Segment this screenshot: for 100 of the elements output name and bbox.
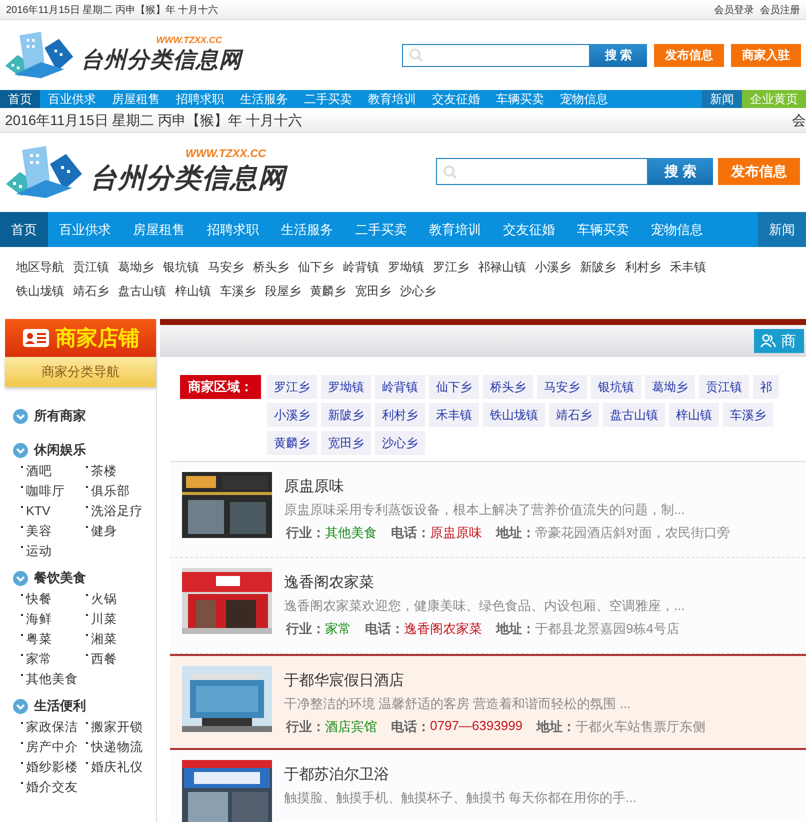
chevron-down-icon (13, 698, 28, 714)
search-button[interactable]: 搜 索 (590, 44, 647, 66)
field-value: 帝豪花园酒店斜对面，农民街口旁 (535, 524, 730, 542)
member-link[interactable]: 会员注册 (760, 2, 800, 16)
search-field[interactable] (436, 158, 648, 185)
category-link[interactable]: 家常 (26, 650, 52, 668)
date-text: 2016年11月15日 星期二 丙申【猴】年 十月十六 (5, 112, 302, 130)
area-chip[interactable]: 梓山镇 (669, 403, 719, 427)
region-link[interactable]: 祁禄山镇 (478, 255, 526, 279)
area-chip[interactable]: 银坑镇 (591, 375, 641, 399)
nav-tab[interactable]: 新闻 (702, 90, 742, 108)
chevron-down-icon (13, 408, 28, 424)
category-link[interactable]: 婚介交友 (26, 778, 78, 796)
region-link[interactable]: 罗坳镇 (388, 255, 424, 279)
logo-name[interactable]: 台州分类信息网 (81, 45, 242, 75)
area-chip[interactable]: 仙下乡 (429, 375, 479, 399)
category-link[interactable]: 婚庆礼仪 (91, 758, 143, 776)
category-link[interactable]: 房产中介 (26, 738, 78, 756)
region-link[interactable]: 铁山垅镇 (16, 279, 64, 303)
listing-title[interactable]: 于都苏泊尔卫浴 (284, 765, 636, 784)
category-link[interactable]: 洗浴足疗 (91, 502, 143, 520)
region-link[interactable]: 禾丰镇 (670, 255, 706, 279)
area-chip[interactable]: 新陂乡 (321, 403, 371, 427)
category-link[interactable]: 粤菜 (26, 630, 52, 648)
category-link[interactable]: 茶楼 (91, 462, 117, 480)
category-link[interactable]: 快递物流 (91, 738, 143, 756)
area-chip[interactable]: 罗坳镇 (321, 375, 371, 399)
search-button[interactable]: 搜 索 (648, 158, 713, 185)
category-link[interactable]: 其他美食 (26, 670, 78, 688)
region-link[interactable]: 小溪乡 (535, 255, 571, 279)
area-chip[interactable]: 禾丰镇 (429, 403, 479, 427)
listing-description: 逸香阁农家菜欢迎您，健康美味、绿色食品、内设包厢、空调雅座，... (284, 597, 685, 615)
region-link[interactable]: 车溪乡 (220, 279, 256, 303)
category-title[interactable]: 休闲娱乐 (34, 441, 86, 459)
category-link[interactable]: 婚纱影楼 (26, 758, 78, 776)
nav-tab[interactable]: 首页 (0, 90, 40, 108)
category-link[interactable]: 健身 (91, 522, 117, 540)
region-link[interactable]: 靖石乡 (73, 279, 109, 303)
category-link[interactable]: 酒吧 (26, 462, 52, 480)
region-link[interactable]: 段屋乡 (265, 279, 301, 303)
nav-tab[interactable]: 新闻 (758, 212, 806, 247)
region-link[interactable]: 新陂乡 (580, 255, 616, 279)
logo-name[interactable]: 台州分类信息网 (90, 160, 286, 196)
category-link[interactable]: 俱乐部 (91, 482, 130, 500)
area-chip[interactable]: 马安乡 (537, 375, 587, 399)
category-link[interactable]: 湘菜 (91, 630, 117, 648)
nav-tab[interactable]: 首页 (0, 212, 48, 247)
category-link[interactable]: 运动 (26, 542, 52, 560)
listing-title[interactable]: 原盅原味 (284, 477, 730, 496)
region-link[interactable]: 仙下乡 (298, 255, 334, 279)
member-link[interactable]: 会 (792, 112, 806, 130)
area-chip[interactable]: 罗江乡 (267, 375, 317, 399)
area-label: 商家区域： (180, 375, 261, 399)
area-chip[interactable]: 车溪乡 (723, 403, 773, 427)
category-link[interactable]: 搬家开锁 (91, 718, 143, 736)
category-link[interactable]: 快餐 (26, 590, 52, 608)
category-title[interactable]: 餐饮美食 (34, 569, 86, 587)
area-chip[interactable]: 小溪乡 (267, 403, 317, 427)
area-chip[interactable]: 盘古山镇 (603, 403, 665, 427)
area-chip[interactable]: 桥头乡 (483, 375, 533, 399)
listing-title[interactable]: 于都华宸假日酒店 (284, 671, 706, 690)
area-chip[interactable]: 黄麟乡 (267, 431, 317, 455)
contact-card-icon (22, 328, 50, 348)
member-link[interactable]: 会员登录 (714, 2, 754, 16)
category-link[interactable]: 咖啡厅 (26, 482, 65, 500)
region-link[interactable]: 岭背镇 (343, 255, 379, 279)
area-chip[interactable]: 宽田乡 (321, 431, 371, 455)
category-link[interactable]: 家政保洁 (26, 718, 78, 736)
category-link[interactable]: KTV (26, 504, 50, 518)
region-link[interactable]: 葛坳乡 (118, 255, 154, 279)
area-chip[interactable]: 铁山垅镇 (483, 403, 545, 427)
search-field[interactable] (402, 44, 590, 66)
listing-title[interactable]: 逸香阁农家菜 (284, 573, 685, 592)
region-link[interactable]: 地区导航 (16, 255, 64, 279)
area-chip[interactable]: 贡江镇 (699, 375, 749, 399)
region-link[interactable]: 黄麟乡 (310, 279, 346, 303)
region-link[interactable]: 桥头乡 (253, 255, 289, 279)
region-link[interactable]: 马安乡 (208, 255, 244, 279)
area-chip[interactable]: 葛坳乡 (645, 375, 695, 399)
region-link[interactable]: 罗江乡 (433, 255, 469, 279)
region-link[interactable]: 沙心乡 (400, 279, 436, 303)
area-chip[interactable]: 沙心乡 (375, 431, 425, 455)
region-link[interactable]: 利村乡 (625, 255, 661, 279)
category-link[interactable]: 西餐 (91, 650, 117, 668)
category-title[interactable]: 所有商家 (34, 407, 86, 425)
category-link[interactable]: 川菜 (91, 610, 117, 628)
region-link[interactable]: 银坑镇 (163, 255, 199, 279)
region-link[interactable]: 宽田乡 (355, 279, 391, 303)
region-link[interactable]: 贡江镇 (73, 255, 109, 279)
category-link[interactable]: 海鲜 (26, 610, 52, 628)
area-chip[interactable]: 岭背镇 (375, 375, 425, 399)
category-link[interactable]: 火锅 (91, 590, 117, 608)
area-chip[interactable]: 利村乡 (375, 403, 425, 427)
listing-row[interactable]: 于都华宸假日酒店 干净整洁的环境 温馨舒适的客房 营造着和谐而轻松的氛围 ... 行业：酒店宾馆 电话：0797—6393999 地址：于都火车站售票厅东侧 (170, 654, 806, 750)
region-link[interactable]: 盘古山镇 (118, 279, 166, 303)
region-link[interactable]: 梓山镇 (175, 279, 211, 303)
area-chip[interactable]: 祁 (753, 375, 779, 399)
category-link[interactable]: 美容 (26, 522, 52, 540)
area-chip[interactable]: 靖石乡 (549, 403, 599, 427)
category-title[interactable]: 生活便利 (34, 697, 86, 715)
